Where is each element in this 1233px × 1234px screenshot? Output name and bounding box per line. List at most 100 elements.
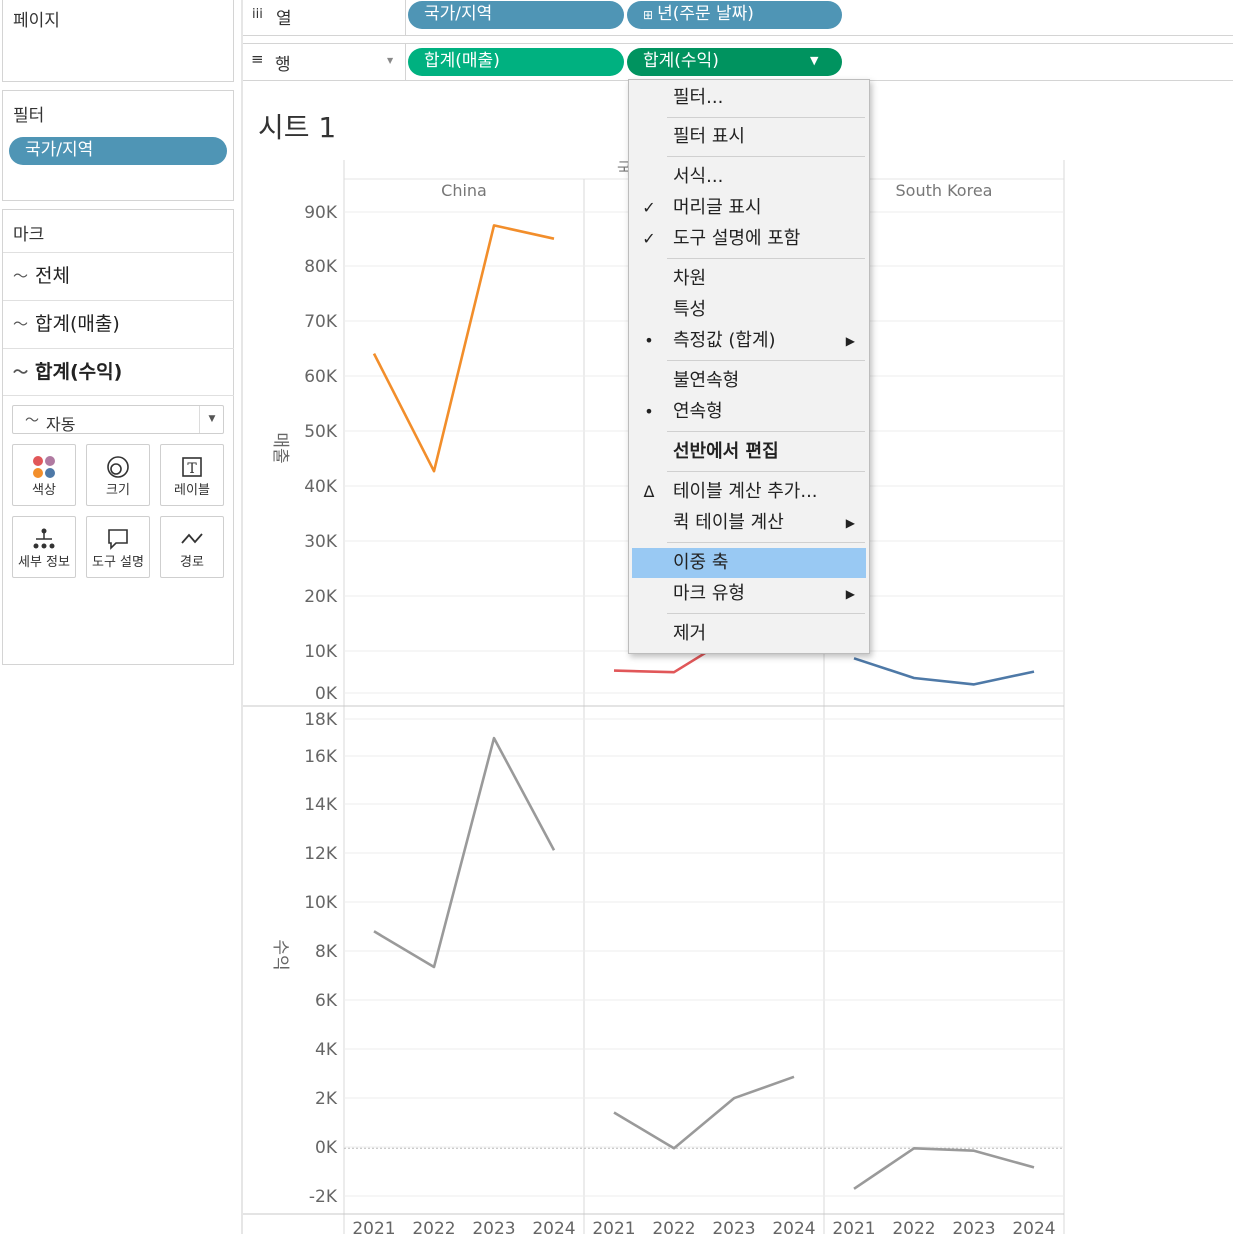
menu-item[interactable]: 필터 표시: [629, 122, 869, 152]
path-button[interactable]: 경로: [160, 516, 224, 578]
submenu-arrow-icon: ▶: [845, 334, 855, 348]
y-tick-label: 70K: [304, 312, 338, 332]
menu-item[interactable]: 서식...: [629, 162, 869, 192]
series-line: [853, 657, 1035, 686]
marks-row-all[interactable]: 〜 전체: [3, 252, 234, 300]
menu-item[interactable]: 퀵 테이블 계산 ▶: [629, 508, 869, 538]
menu-separator: [667, 542, 865, 543]
menu-item-label: 차원: [673, 268, 707, 289]
y-tick-label: 0K: [315, 1138, 338, 1158]
rows-pill-profit-label: 합계(수익): [643, 51, 719, 71]
menu-item-label: 연속형: [673, 401, 723, 422]
x-tick-label: 2023: [472, 1219, 515, 1234]
line-mark-icon: 〜: [25, 413, 39, 429]
line-mark-icon: 〜: [13, 363, 29, 381]
x-tick-label: 2024: [772, 1219, 815, 1234]
menu-separator: [667, 117, 865, 118]
menu-item-label: 테이블 계산 추가...: [673, 481, 818, 502]
y-tick-label: 2K: [315, 1089, 338, 1109]
rows-label: 행: [275, 55, 291, 75]
y-tick-label: 8K: [315, 942, 338, 962]
rows-pill-sales[interactable]: 합계(매출): [408, 48, 624, 76]
marks-row-sales[interactable]: 〜 합계(매출): [3, 300, 234, 348]
series-line: [613, 1075, 795, 1150]
x-tick-label: 2022: [412, 1219, 455, 1234]
y-tick-label: 80K: [304, 257, 338, 277]
rows-pill-profit[interactable]: 합계(수익) ▼: [627, 48, 842, 76]
menu-separator: [667, 613, 865, 614]
menu-item-label: 도구 설명에 포함: [673, 228, 801, 249]
marks-title: 마크: [13, 225, 45, 245]
menu-item[interactable]: 특성: [629, 295, 869, 325]
y-tick-label: 10K: [304, 642, 338, 662]
y-axis-title: 수익: [270, 939, 290, 970]
submenu-arrow-icon: ▶: [845, 516, 855, 530]
columns-pill-year[interactable]: ⊞ 년(주문 날짜): [627, 1, 842, 29]
marks-row-label: 합계(매출): [35, 313, 120, 335]
x-tick-label: 2024: [1012, 1219, 1055, 1234]
menu-item[interactable]: 차원: [629, 264, 869, 294]
chevron-down-icon: ▼: [810, 54, 819, 67]
mark-card-label: 세부 정보: [18, 555, 70, 570]
x-tick-label: 2023: [952, 1219, 995, 1234]
color-dots-icon: [13, 445, 75, 479]
mark-type-dropdown[interactable]: 〜 자동 ▼: [12, 405, 224, 434]
menu-item[interactable]: 필터...: [629, 83, 869, 113]
menu-item-label: 필터 표시: [673, 126, 745, 147]
menu-item[interactable]: • 연속형: [629, 397, 869, 427]
mark-card-label: 레이블: [174, 483, 210, 498]
menu-item[interactable]: ✓ 머리글 표시: [629, 193, 869, 223]
menu-item[interactable]: 제거: [629, 619, 869, 649]
mark-card-label: 크기: [106, 483, 130, 498]
marks-row-label: 합계(수익): [35, 361, 123, 383]
series-line: [853, 1146, 1035, 1190]
menu-separator: [667, 360, 865, 361]
menu-item-label: 마크 유형: [673, 583, 745, 604]
size-button[interactable]: 크기: [86, 444, 150, 506]
checkmark-icon: ✓: [642, 229, 656, 248]
svg-text:T: T: [187, 461, 197, 477]
x-tick-label: 2021: [592, 1219, 635, 1234]
bullet-icon: •: [644, 402, 654, 421]
sheet-title: 시트 1: [258, 111, 337, 144]
mark-card-label: 도구 설명: [92, 555, 144, 570]
chevron-down-icon: ▼: [387, 56, 394, 65]
filter-pill-country[interactable]: 국가/지역: [9, 137, 227, 165]
menu-item[interactable]: 선반에서 편집: [629, 437, 869, 467]
menu-item-label: 제거: [673, 623, 707, 644]
pages-card: 페이지: [2, 0, 234, 82]
tooltip-button[interactable]: 도구 설명: [86, 516, 150, 578]
menu-item[interactable]: • 측정값 (합계) ▶: [629, 326, 869, 356]
menu-item[interactable]: ✓ 도구 설명에 포함: [629, 224, 869, 254]
marks-row-profit[interactable]: 〜 합계(수익): [3, 348, 234, 396]
x-tick-label: 2021: [352, 1219, 395, 1234]
menu-item[interactable]: 불연속형: [629, 366, 869, 396]
detail-icon: [13, 517, 75, 551]
y-tick-label: 14K: [304, 795, 338, 815]
pages-title: 페이지: [13, 11, 60, 31]
delta-icon: Δ: [643, 482, 655, 501]
y-tick-label: 12K: [304, 844, 338, 864]
menu-item[interactable]: 이중 축: [632, 548, 866, 578]
columns-label: 열: [276, 9, 292, 29]
menu-item-label: 서식...: [673, 166, 724, 187]
color-button[interactable]: 색상: [12, 444, 76, 506]
y-tick-label: 6K: [315, 991, 338, 1011]
y-tick-label: 20K: [304, 587, 338, 607]
menu-separator: [667, 156, 865, 157]
line-mark-icon: 〜: [13, 315, 29, 333]
size-icon: [87, 445, 149, 479]
menu-separator: [667, 431, 865, 432]
detail-button[interactable]: 세부 정보: [12, 516, 76, 578]
menu-item[interactable]: 마크 유형 ▶: [629, 579, 869, 609]
checkmark-icon: ✓: [642, 198, 656, 217]
y-tick-label: 4K: [315, 1040, 338, 1060]
label-button[interactable]: T 레이블: [160, 444, 224, 506]
columns-shelf-label: iii 열: [243, 0, 406, 35]
columns-pill-country[interactable]: 국가/지역: [408, 1, 624, 29]
y-tick-label: 40K: [304, 477, 338, 497]
rows-icon: ≡: [251, 50, 264, 68]
menu-item-label: 퀵 테이블 계산: [673, 512, 784, 533]
menu-item[interactable]: Δ 테이블 계산 추가...: [629, 477, 869, 507]
y-tick-label: 60K: [304, 367, 338, 387]
